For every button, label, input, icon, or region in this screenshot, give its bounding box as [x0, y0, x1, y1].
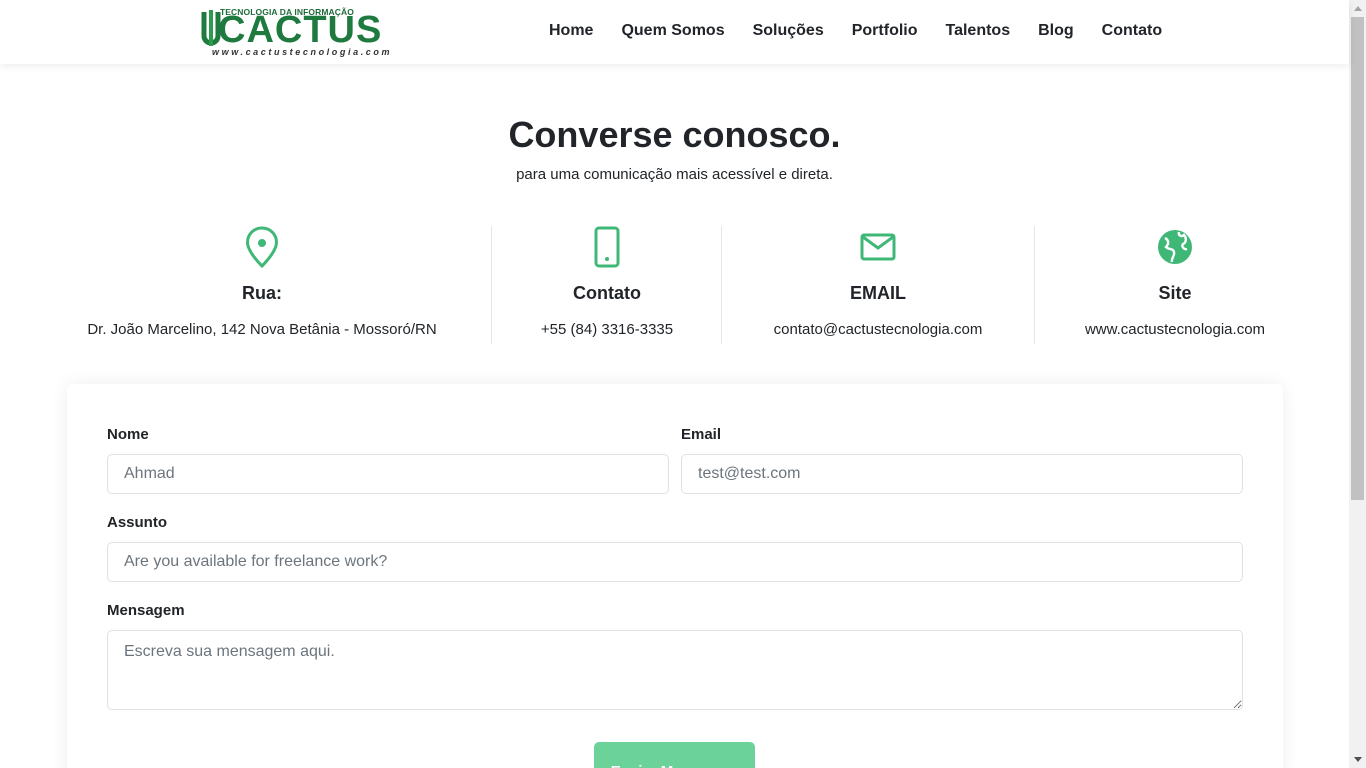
- contact-address: Rua: Dr. João Marcelino, 142 Nova Betâni…: [62, 226, 462, 344]
- main-nav: Home Quem Somos Soluções Portfolio Talen…: [549, 22, 1162, 40]
- page-scrollbar[interactable]: [1349, 0, 1366, 768]
- info-divider: [491, 226, 492, 344]
- nav-blog[interactable]: Blog: [1038, 22, 1074, 40]
- site-header: TECNOLOGIA DA INFORMAÇÃO CACTUS www.cact…: [0, 0, 1349, 64]
- nav-solucoes[interactable]: Soluções: [753, 22, 824, 40]
- contact-email: EMAIL contato@cactustecnologia.com: [738, 226, 1018, 344]
- logo-url: www.cactustecnologia.com: [212, 47, 393, 57]
- subject-label: Assunto: [107, 514, 167, 531]
- nav-quem-somos[interactable]: Quem Somos: [621, 22, 724, 40]
- subject-input[interactable]: [107, 542, 1243, 582]
- message-textarea[interactable]: [107, 630, 1243, 710]
- email-value: contato@cactustecnologia.com: [773, 321, 983, 338]
- phone-value: +55 (84) 3316-3335: [540, 321, 674, 338]
- contact-phone: Contato +55 (84) 3316-3335: [507, 226, 707, 344]
- email-label: EMAIL: [850, 283, 906, 303]
- name-label: Nome: [107, 426, 149, 443]
- phone-label: Contato: [573, 283, 641, 303]
- scroll-down-arrow-icon[interactable]: [1349, 751, 1366, 768]
- email-input[interactable]: [681, 454, 1243, 494]
- map-pin-icon: [245, 226, 279, 268]
- contact-form-card: Nome Email Assunto Mensagem Enviar Mensa…: [67, 384, 1283, 768]
- page-title: Converse conosco.: [508, 114, 841, 155]
- scroll-up-arrow-icon[interactable]: [1349, 0, 1366, 17]
- info-divider: [1034, 226, 1035, 344]
- site-value: www.cactustecnologia.com: [1084, 321, 1266, 338]
- message-label: Mensagem: [107, 602, 185, 619]
- nav-talentos[interactable]: Talentos: [946, 22, 1011, 40]
- name-input[interactable]: [107, 454, 669, 494]
- address-value: Dr. João Marcelino, 142 Nova Betânia - M…: [87, 321, 437, 338]
- phone-icon: [594, 226, 620, 268]
- envelope-icon: [860, 233, 896, 261]
- cactus-logo[interactable]: TECNOLOGIA DA INFORMAÇÃO CACTUS www.cact…: [198, 6, 426, 58]
- send-message-button[interactable]: Enviar Mensagem: [594, 742, 755, 768]
- scrollbar-thumb[interactable]: [1351, 17, 1364, 500]
- logo-brand: CACTUS: [218, 9, 383, 51]
- site-label: Site: [1158, 283, 1192, 303]
- email-field-label: Email: [681, 426, 722, 443]
- nav-home[interactable]: Home: [549, 22, 593, 40]
- info-divider: [721, 226, 722, 344]
- nav-portfolio[interactable]: Portfolio: [852, 22, 918, 40]
- nav-contato[interactable]: Contato: [1102, 22, 1162, 40]
- address-label: Rua:: [242, 283, 282, 303]
- page-subtitle: para uma comunicação mais acessível e di…: [516, 166, 833, 183]
- globe-icon: [1158, 230, 1192, 264]
- contact-site: Site www.cactustecnologia.com: [1055, 226, 1295, 344]
